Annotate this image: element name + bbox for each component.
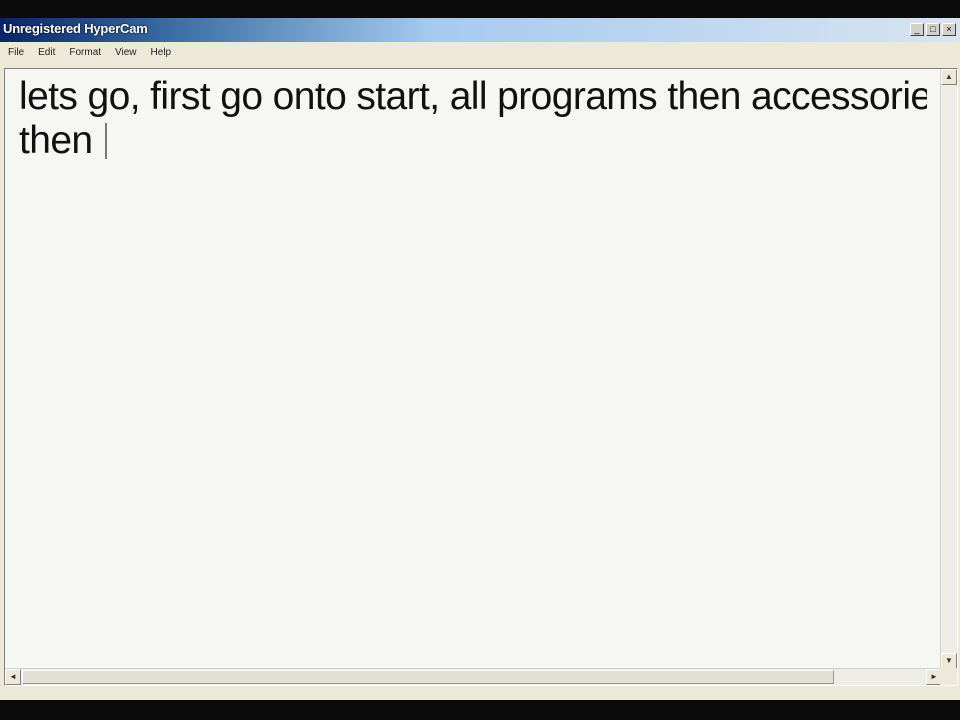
maximize-button[interactable]: □	[926, 23, 940, 36]
text-editor[interactable]: lets go, first go onto start, all progra…	[4, 68, 958, 686]
scroll-down-button[interactable]: ▼	[941, 653, 957, 669]
text-line-2-content: then	[19, 119, 93, 162]
menu-edit[interactable]: Edit	[38, 47, 55, 58]
scroll-left-button[interactable]: ◄	[5, 669, 21, 685]
horizontal-scrollbar[interactable]: ◄ ►	[5, 668, 942, 685]
title-bar[interactable]: Unregistered HyperCam _ □ ×	[0, 18, 960, 42]
vertical-scrollbar[interactable]: ▲ ▼	[940, 69, 957, 669]
resize-grip[interactable]	[940, 668, 957, 685]
notepad-window: Unregistered HyperCam _ □ × File Edit Fo…	[0, 18, 960, 700]
text-line-2: then	[19, 119, 927, 163]
menu-format[interactable]: Format	[69, 47, 101, 58]
window-title: Unregistered HyperCam	[3, 21, 148, 36]
text-line-1: lets go, first go onto start, all progra…	[19, 75, 927, 118]
horizontal-scroll-thumb[interactable]	[22, 670, 834, 684]
menu-bar: File Edit Format View Help	[0, 42, 960, 62]
window-controls: _ □ ×	[910, 23, 956, 36]
menu-help[interactable]: Help	[151, 47, 172, 58]
minimize-button[interactable]: _	[910, 23, 924, 36]
text-caret	[104, 123, 107, 159]
menu-file[interactable]: File	[8, 47, 24, 58]
menu-view[interactable]: View	[115, 47, 137, 58]
scroll-up-button[interactable]: ▲	[941, 69, 957, 85]
text-area[interactable]: lets go, first go onto start, all progra…	[19, 75, 927, 660]
close-button[interactable]: ×	[942, 23, 956, 36]
